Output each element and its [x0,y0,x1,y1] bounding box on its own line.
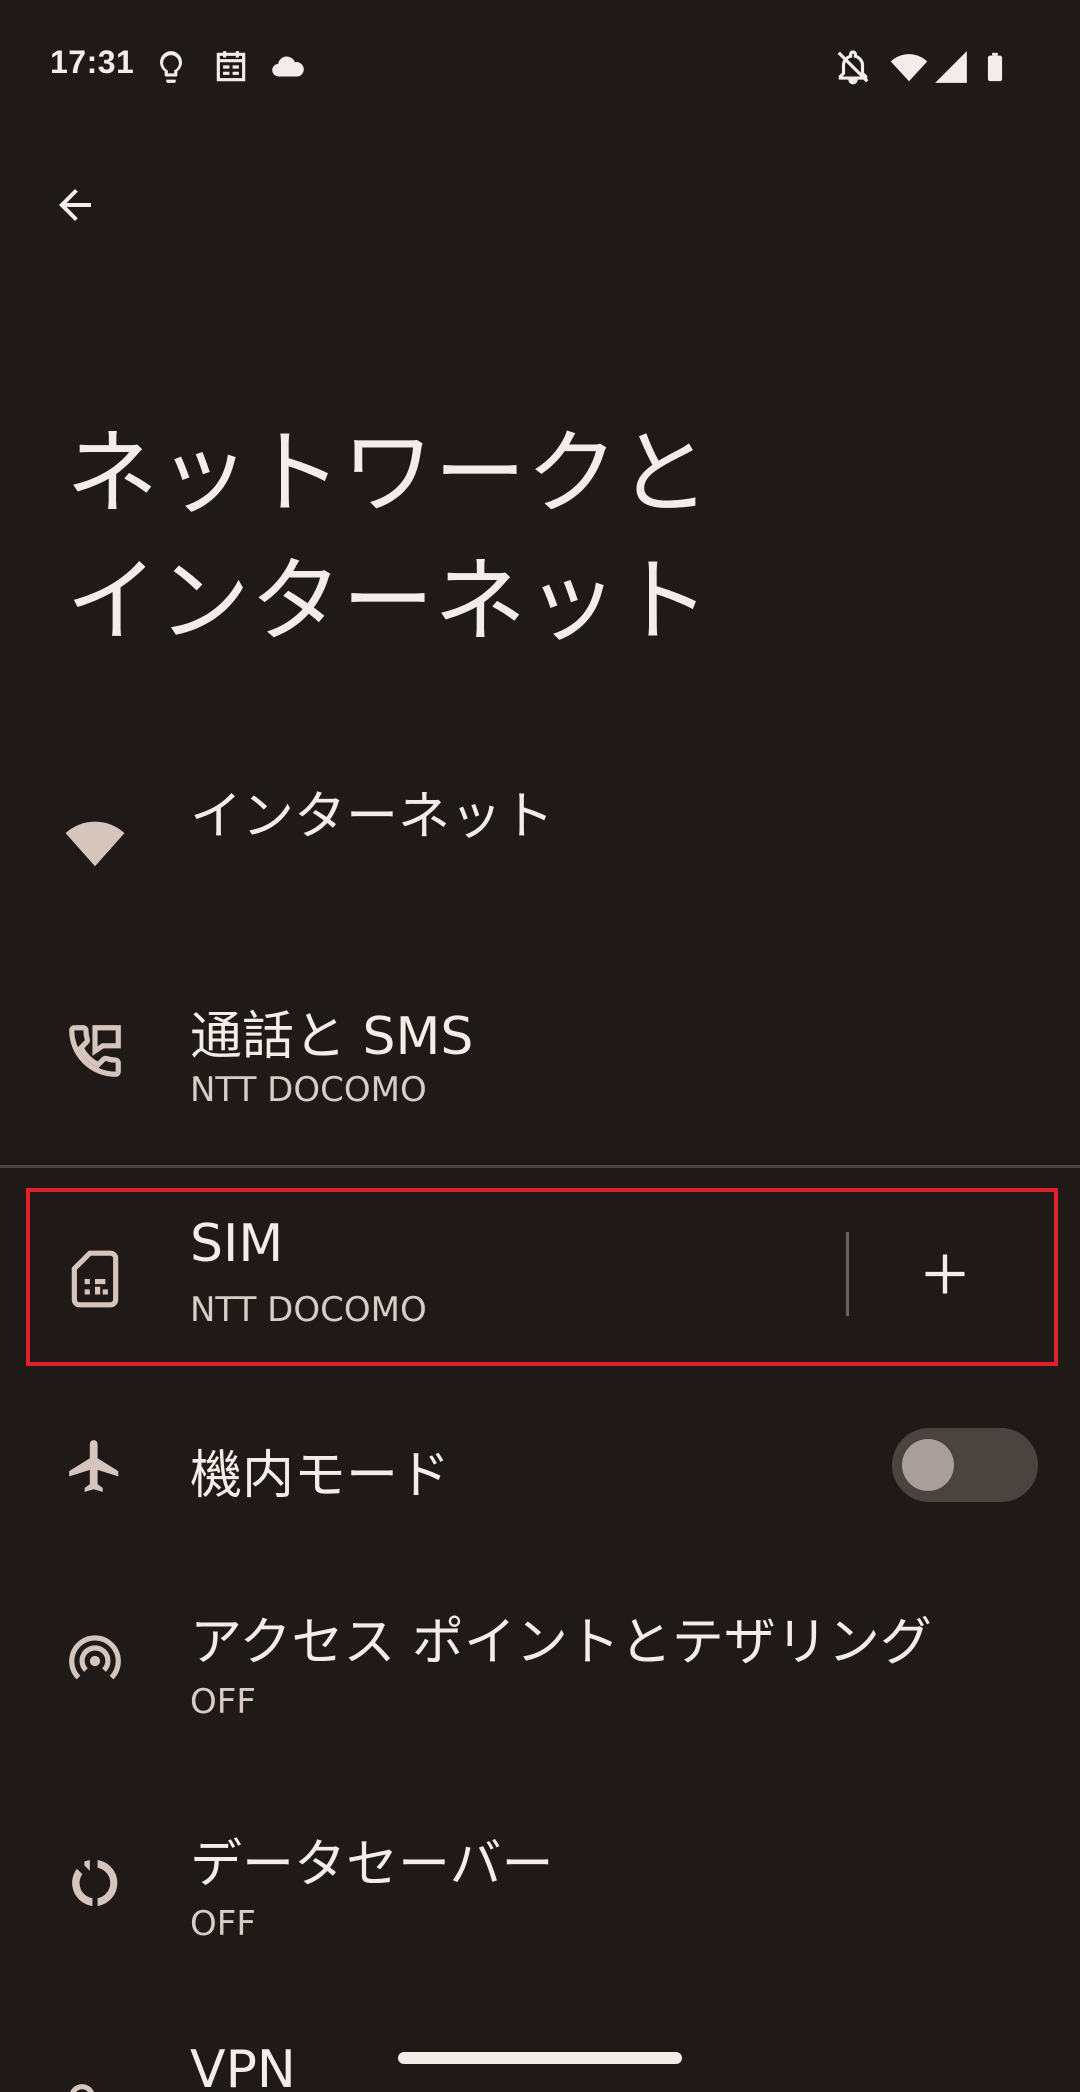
list-item-internet[interactable]: インターネット [0,760,1080,940]
cellular-signal-icon [932,48,970,86]
item-title: データセーバー [190,1835,554,1895]
list-item-hotspot[interactable]: アクセス ポイントとテザリング OFF [0,1590,1080,1740]
lightbulb-icon [152,48,190,86]
item-subtitle: OFF [190,1904,256,1944]
item-subtitle: OFF [190,1682,256,1722]
data-saver-icon [64,1852,126,1914]
item-title: VPN [190,2040,296,2092]
wifi-icon [64,812,126,874]
item-title: 通話と SMS [190,1007,474,1067]
toggle-knob [902,1439,954,1491]
list-item-calls-sms[interactable]: 通話と SMS NTT DOCOMO [0,980,1080,1130]
status-time: 17:31 [50,44,135,80]
item-title: インターネット [190,787,555,847]
add-sim-button[interactable] [880,1222,1010,1326]
arrow-left-icon [59,189,91,221]
page-title: ネットワークと インターネット [66,420,711,655]
list-item-sim[interactable]: SIM NTT DOCOMO [0,1192,840,1362]
vertical-separator [846,1232,849,1316]
phone-message-icon [64,1020,126,1082]
calendar-icon [212,48,250,86]
plus-icon [925,1254,965,1294]
item-title: 機内モード [190,1446,451,1506]
item-title: SIM [190,1214,284,1274]
home-indicator[interactable] [398,2052,682,2064]
item-subtitle: NTT DOCOMO [190,1290,427,1330]
sim-card-icon [64,1248,126,1310]
item-subtitle: NTT DOCOMO [190,1070,427,1110]
battery-icon [978,48,1012,86]
bell-off-icon [834,48,872,86]
vpn-key-icon [64,2066,126,2092]
list-item-data-saver[interactable]: データセーバー OFF [0,1812,1080,1962]
status-bar: 17:31 [0,0,1080,132]
wifi-icon [888,48,930,86]
hotspot-icon [64,1630,126,1692]
cloud-icon [268,48,306,86]
divider [0,1165,1080,1168]
airplane-mode-toggle[interactable] [892,1428,1038,1502]
item-title: アクセス ポイントとテザリング [190,1613,932,1673]
back-button[interactable] [40,170,110,240]
airplane-icon [64,1435,126,1497]
